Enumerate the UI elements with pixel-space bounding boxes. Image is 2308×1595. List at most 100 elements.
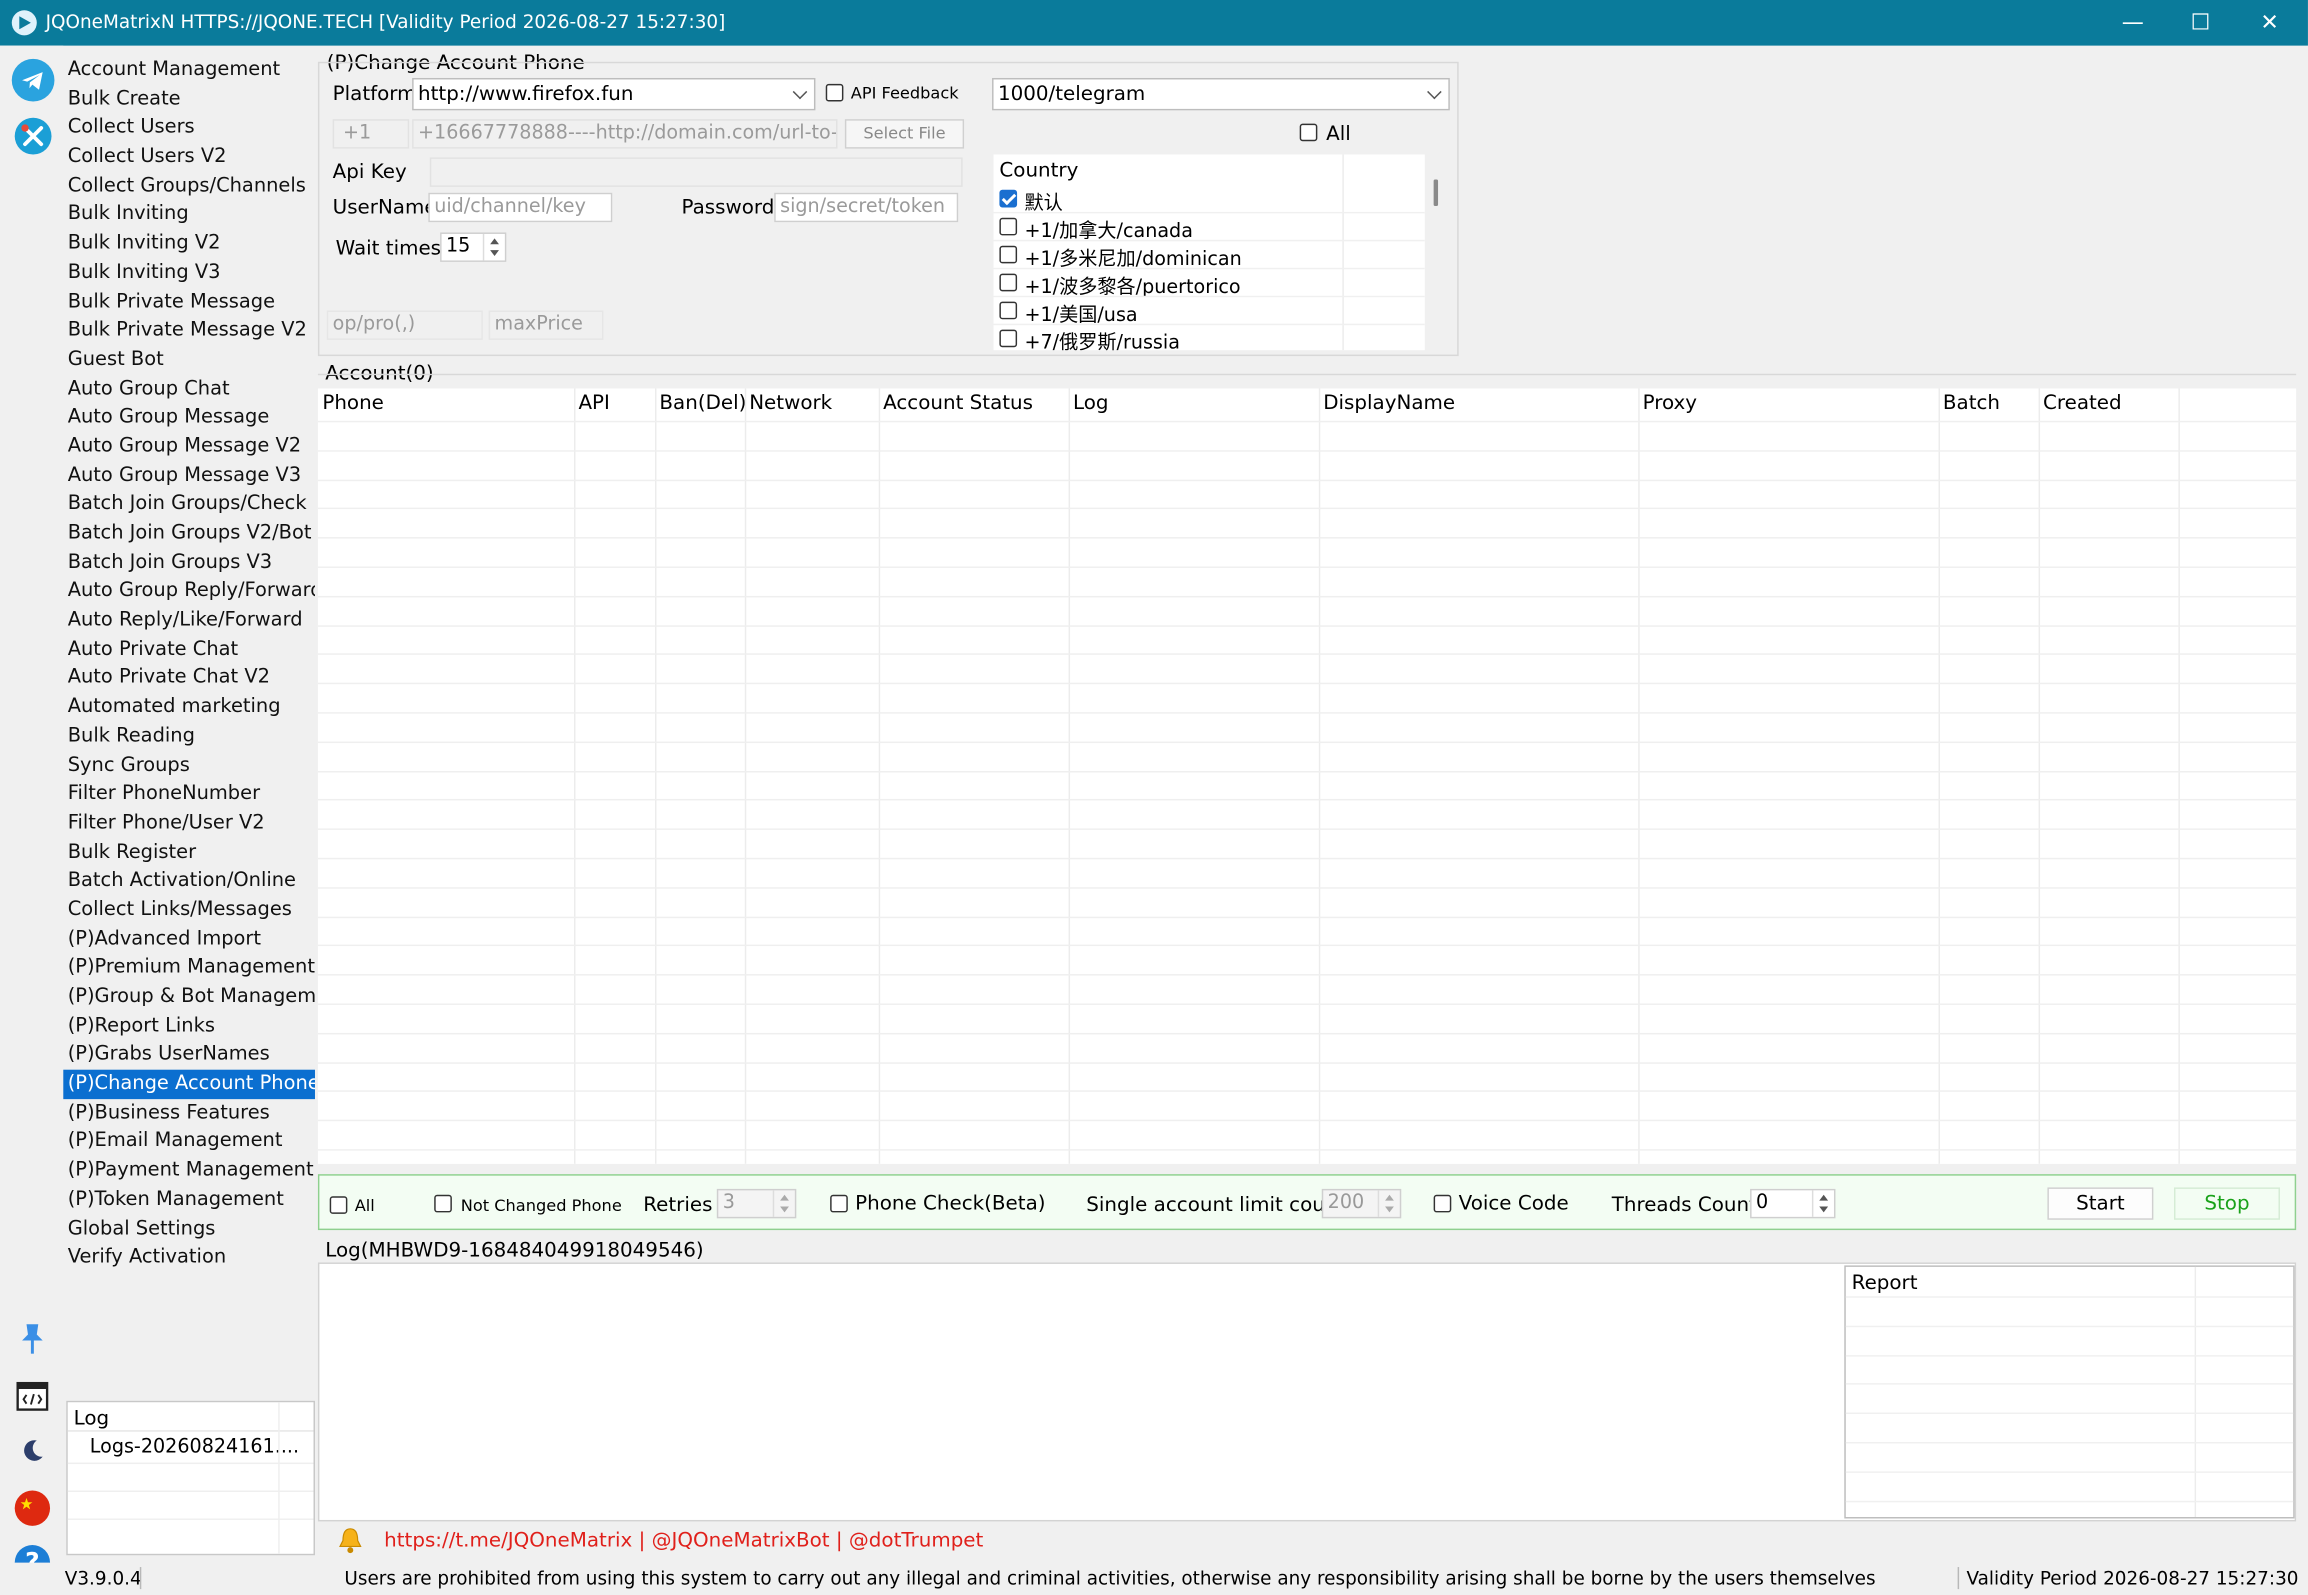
sidebar-item[interactable]: Batch Activation/Online xyxy=(63,867,315,896)
username-field[interactable]: uid/channel/key xyxy=(428,192,613,223)
sidebar-item[interactable]: Bulk Inviting V2 xyxy=(63,230,315,259)
service-select[interactable]: 1000/telegram xyxy=(992,77,1450,111)
sidebar-item[interactable]: Auto Private Chat V2 xyxy=(63,664,315,693)
sidebar-item[interactable]: Collect Links/Messages xyxy=(63,896,315,925)
column-header[interactable]: DisplayName xyxy=(1319,388,1638,420)
column-header[interactable]: Batch xyxy=(1938,388,2038,420)
sidebar-item[interactable]: Auto Group Reply/Forward xyxy=(63,577,315,606)
sidebar-item[interactable]: (P)Business Features xyxy=(63,1099,315,1128)
sidebar-item[interactable]: (P)Advanced Import xyxy=(63,925,315,954)
sidebar-item[interactable]: Auto Private Chat xyxy=(63,635,315,664)
sidebar-item[interactable]: Guest Bot xyxy=(63,346,315,375)
threads-count-stepper[interactable]: 0 xyxy=(1750,1188,1836,1219)
limit-count-stepper[interactable]: 200 xyxy=(1321,1188,1402,1219)
minimize-button[interactable]: — xyxy=(2099,0,2167,46)
op-pro-field[interactable]: op/pro(,) xyxy=(326,310,483,340)
country-scrollbar[interactable] xyxy=(1433,179,1439,206)
sidebar-item[interactable]: Collect Users V2 xyxy=(63,143,315,172)
report-table[interactable]: Report xyxy=(1844,1265,2295,1519)
sidebar-item[interactable]: Batch Join Groups V3 xyxy=(63,548,315,577)
column-header[interactable]: Proxy xyxy=(1638,388,1938,420)
country-checkbox[interactable] xyxy=(999,217,1018,236)
country-checkbox[interactable] xyxy=(999,189,1018,208)
sidebar-item[interactable]: Collect Groups/Channels xyxy=(63,172,315,201)
sidebar-item[interactable]: Account Management xyxy=(63,56,315,85)
sidebar-item[interactable]: Bulk Register xyxy=(63,838,315,867)
sidebar-item[interactable]: Filter Phone/User V2 xyxy=(63,809,315,838)
select-file-button[interactable]: Select File xyxy=(844,119,965,149)
footer-links[interactable]: https://t.me/JQOneMatrix | @JQOneMatrixB… xyxy=(384,1529,983,1553)
sidebar-item[interactable]: Bulk Reading xyxy=(63,722,315,751)
sidebar-item[interactable]: Auto Group Chat xyxy=(63,375,315,404)
column-header[interactable]: Ban(Del) xyxy=(655,388,746,420)
wait-times-stepper[interactable]: 15 xyxy=(440,232,507,262)
column-header[interactable]: API xyxy=(574,388,655,420)
sidebar-item[interactable]: Batch Join Groups V2/Bot xyxy=(63,519,315,548)
max-price-field[interactable]: maxPrice xyxy=(488,310,604,340)
china-flag-icon[interactable] xyxy=(14,1490,51,1526)
telegram-icon[interactable] xyxy=(11,58,55,102)
country-checkbox[interactable] xyxy=(999,301,1018,320)
sidebar-item[interactable]: Bulk Create xyxy=(63,85,315,114)
left-log-entry[interactable]: Logs-20260824161.... xyxy=(90,1436,299,1458)
api-feedback-checkbox[interactable] xyxy=(825,83,844,102)
sidebar-item[interactable]: (P)Payment Management xyxy=(63,1157,315,1186)
column-header[interactable]: Network xyxy=(745,388,879,420)
account-table[interactable]: Phone API Ban(Del) Network Account Status Log… xyxy=(317,388,2297,1164)
moon-icon[interactable] xyxy=(19,1438,45,1464)
country-row[interactable]: +7/俄罗斯/russia xyxy=(994,325,1425,350)
sidebar-item[interactable]: Auto Reply/Like/Forward xyxy=(63,606,315,635)
sidebar-item[interactable]: Automated marketing xyxy=(63,693,315,722)
sidebar-item[interactable]: Bulk Private Message xyxy=(63,288,315,317)
sidebar-item[interactable]: (P)Grabs UserNames xyxy=(63,1041,315,1070)
password-field[interactable]: sign/secret/token xyxy=(774,192,959,223)
apikey-field[interactable] xyxy=(429,157,963,187)
sidebar-item[interactable]: Verify Activation xyxy=(63,1244,315,1273)
country-code-field[interactable]: +1 xyxy=(332,119,410,149)
sidebar-item[interactable]: (P)Report Links xyxy=(63,1012,315,1041)
title-bar[interactable]: JQOneMatrixN HTTPS://JQONE.TECH [Validit… xyxy=(0,0,2308,46)
column-header[interactable]: Log xyxy=(1069,388,1319,420)
code-icon[interactable] xyxy=(16,1381,49,1411)
country-checkbox[interactable] xyxy=(999,329,1018,348)
not-changed-checkbox[interactable] xyxy=(434,1194,452,1213)
sidebar-item[interactable]: (P)Group & Bot Managemer xyxy=(63,983,315,1012)
sidebar-item[interactable]: Auto Group Message xyxy=(63,404,315,433)
sidebar-item[interactable]: Sync Groups xyxy=(63,751,315,780)
sidebar-item[interactable]: Collect Users xyxy=(63,114,315,143)
sidebar-item[interactable]: (P)Email Management xyxy=(63,1128,315,1157)
sidebar-item[interactable]: Auto Group Message V2 xyxy=(63,432,315,461)
phone-check-checkbox[interactable] xyxy=(830,1194,848,1213)
sidebar-item[interactable]: (P)Premium Management xyxy=(63,954,315,983)
country-checkbox[interactable] xyxy=(999,273,1018,292)
tools-icon[interactable] xyxy=(14,117,52,155)
country-list[interactable]: Country 默认 +1/加拿大/canada +1/多米尼加/dominican… xyxy=(993,154,1425,351)
maximize-button[interactable]: ☐ xyxy=(2167,0,2235,46)
country-row[interactable]: 默认 xyxy=(993,185,1425,215)
select-all-checkbox[interactable] xyxy=(329,1196,348,1214)
pin-icon[interactable] xyxy=(19,1323,45,1355)
close-button[interactable]: ✕ xyxy=(2236,0,2304,46)
platform-select[interactable]: http://www.firefox.fun xyxy=(412,77,816,111)
sidebar-item[interactable]: Batch Join Groups/Check xyxy=(63,490,315,519)
sidebar-item[interactable]: (P)Token Management xyxy=(63,1186,315,1215)
sidebar-item[interactable]: (P)Change Account Phone xyxy=(63,1069,315,1099)
country-all-checkbox[interactable] xyxy=(1299,123,1318,142)
start-button[interactable]: Start xyxy=(2047,1187,2154,1220)
voice-code-checkbox[interactable] xyxy=(1433,1194,1452,1213)
sidebar-item[interactable]: Global Settings xyxy=(63,1215,315,1244)
phone-url-field[interactable]: +16667778888----http://domain.com/url-to… xyxy=(412,119,838,149)
sidebar-item[interactable]: Bulk Private Message V2 xyxy=(63,317,315,346)
country-row[interactable]: +1/加拿大/canada xyxy=(993,213,1425,243)
sidebar-item[interactable]: Auto Group Message V3 xyxy=(63,461,315,490)
column-header[interactable]: Account Status xyxy=(879,388,1069,420)
country-row[interactable]: +1/波多黎各/puertorico xyxy=(993,269,1425,299)
left-log-panel[interactable]: Log Logs-20260824161.... xyxy=(66,1400,315,1556)
stop-button[interactable]: Stop xyxy=(2173,1187,2280,1220)
column-header[interactable]: Phone xyxy=(318,388,574,420)
retries-stepper[interactable]: 3 xyxy=(716,1188,797,1219)
country-checkbox[interactable] xyxy=(999,245,1018,264)
country-row[interactable]: +1/美国/usa xyxy=(993,297,1425,327)
sidebar-item[interactable]: Bulk Inviting V3 xyxy=(63,259,315,288)
column-header[interactable]: Created xyxy=(2039,388,2179,420)
